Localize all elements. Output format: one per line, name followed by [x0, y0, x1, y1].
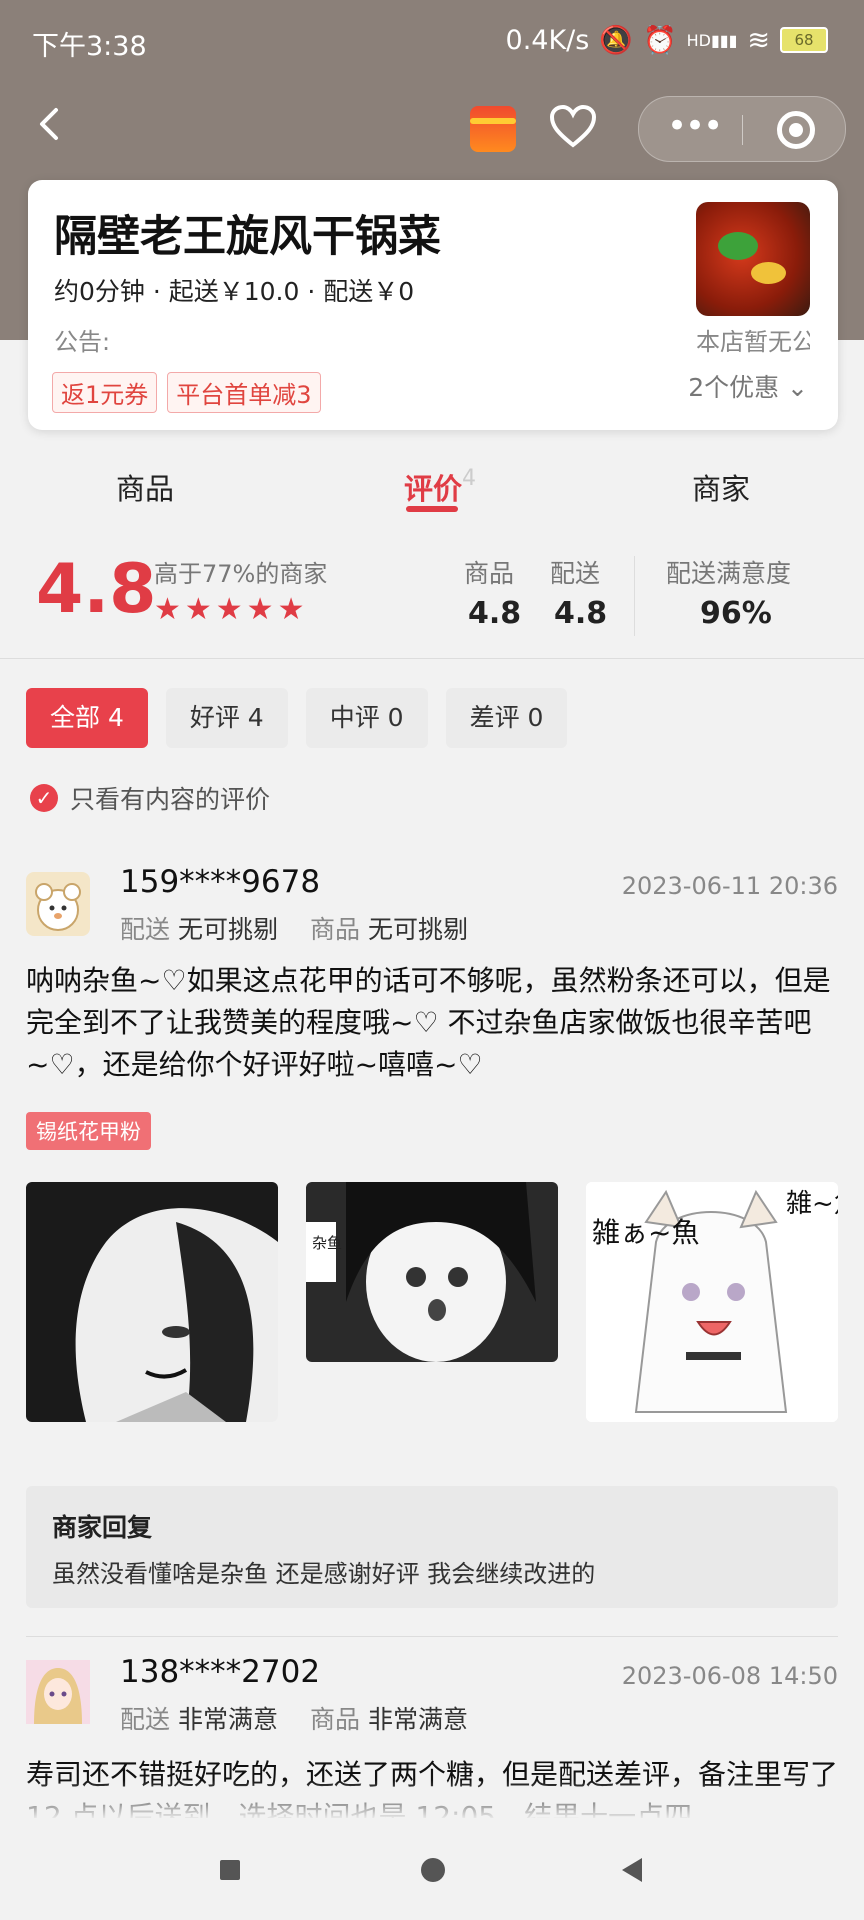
- alarm-icon: ⏰: [642, 25, 677, 56]
- signal-icon: HD▮▮▮: [686, 30, 738, 50]
- divider: [0, 658, 864, 659]
- review-photo[interactable]: [26, 1182, 278, 1422]
- system-nav-bar: [0, 1818, 864, 1920]
- photo-text: 雑~魚: [786, 1189, 838, 1219]
- store-meta: 约0分钟 · 起送￥10.0 · 配送￥0: [54, 277, 415, 306]
- filter-neutral[interactable]: 中评 0: [305, 688, 428, 748]
- wifi-icon: ≋: [747, 24, 770, 56]
- overall-score: 4.8: [36, 550, 157, 629]
- scroll-fade: [0, 1780, 864, 1820]
- tab-goods[interactable]: 商品: [116, 466, 174, 508]
- tab-bar: 商品 评价4 商家: [0, 450, 864, 520]
- status-bar: 下午3:38 0.4K/s 🔕 ⏰ HD▮▮▮ ≋ 68: [0, 0, 864, 78]
- merchant-reply: 商家回复 虽然没看懂啥是杂鱼 还是感谢好评 我会继续改进的: [26, 1486, 838, 1608]
- heart-icon[interactable]: [548, 102, 598, 152]
- store-thumbnail[interactable]: [696, 202, 810, 316]
- photo-text: 杂鱼: [312, 1234, 342, 1252]
- more-icon[interactable]: •••: [667, 109, 723, 143]
- red-envelope-icon[interactable]: [470, 106, 516, 152]
- bear-avatar-icon: [35, 883, 81, 931]
- store-notice-text: 本店暂无公: [696, 328, 810, 356]
- score-summary: 4.8 高于77%的商家 ★★★★★ 商品 4.8 配送 4.8 配送满意度 9…: [0, 520, 864, 660]
- reply-title: 商家回复: [52, 1513, 153, 1542]
- review-photo[interactable]: 杂鱼: [306, 1182, 558, 1362]
- review-photo[interactable]: 雑~魚雑ぁ~魚: [586, 1182, 838, 1422]
- nav-bar: •••: [0, 88, 864, 166]
- chevron-down-icon: ⌄: [787, 373, 808, 402]
- network-speed: 0.4K/s: [505, 24, 590, 56]
- review-text: 呐呐杂鱼~♡如果这点花甲的话可不够呢，虽然粉条还可以，但是完全到不了让我赞美的程…: [26, 964, 831, 1081]
- delivery-score-label: 配送: [550, 559, 601, 588]
- coupon-tags: 返1元券 平台首单减3: [52, 372, 321, 413]
- tab-indicator: [406, 506, 458, 512]
- goods-score-label: 商品: [464, 559, 515, 588]
- filter-negative[interactable]: 差评 0: [445, 688, 568, 748]
- review-username: 159****9678: [120, 864, 321, 900]
- review-filters: 全部 4 好评 4 中评 0 差评 0: [26, 688, 568, 748]
- anime-avatar-icon: [26, 1660, 90, 1724]
- mini-program-capsule: •••: [638, 96, 846, 162]
- home-icon[interactable]: [421, 1858, 445, 1882]
- coupon-tag[interactable]: 返1元券: [52, 372, 158, 413]
- mute-icon: 🔕: [599, 25, 633, 56]
- dish-tag[interactable]: 锡纸花甲粉: [26, 1112, 151, 1150]
- back-icon[interactable]: [30, 104, 70, 144]
- filter-positive[interactable]: 好评 4: [165, 688, 288, 748]
- promo-dropdown[interactable]: 2个优惠 ⌄: [688, 368, 808, 404]
- tab-reviews[interactable]: 评价4: [404, 466, 476, 508]
- only-content-label: 只看有内容的评价: [70, 785, 271, 814]
- avatar[interactable]: [26, 872, 90, 936]
- review-date: 2023-06-11 20:36: [621, 872, 838, 900]
- reply-text: 虽然没看懂啥是杂鱼 还是感谢好评 我会继续改进的: [52, 1560, 596, 1588]
- avatar[interactable]: [26, 1660, 90, 1724]
- tab-merchant[interactable]: 商家: [692, 466, 750, 508]
- divider: [26, 1636, 838, 1637]
- store-info-card: 隔壁老王旋风干锅菜 约0分钟 · 起送￥10.0 · 配送￥0 公告: 返1元券…: [28, 180, 838, 430]
- capsule-divider: [742, 115, 743, 145]
- review-ratings: 配送 非常满意 商品 非常满意: [120, 1705, 469, 1734]
- goods-score-value: 4.8: [468, 596, 522, 631]
- review-item: 159****9678 2023-06-11 20:36 配送 无可挑剔 商品 无可挑…: [0, 850, 864, 1620]
- satisfaction-label: 配送满意度: [666, 559, 792, 588]
- photo-text: 雑ぁ~魚: [592, 1216, 699, 1249]
- review-date: 2023-06-08 14:50: [621, 1662, 838, 1690]
- delivery-score-value: 4.8: [554, 596, 608, 631]
- back-nav-icon[interactable]: [622, 1858, 642, 1882]
- coupon-tag[interactable]: 平台首单减3: [167, 372, 321, 413]
- only-content-toggle[interactable]: ✓ 只看有内容的评价: [30, 780, 270, 816]
- target-icon[interactable]: [777, 111, 815, 149]
- store-name: 隔壁老王旋风干锅菜: [54, 212, 441, 262]
- filter-all[interactable]: 全部 4: [26, 688, 148, 748]
- review-ratings: 配送 无可挑剔 商品 无可挑剔: [120, 915, 469, 944]
- review-username: 138****2702: [120, 1654, 321, 1690]
- higher-than-text: 高于77%的商家: [154, 560, 328, 588]
- star-rating: ★★★★★: [154, 592, 309, 627]
- check-icon: ✓: [30, 784, 58, 812]
- recent-apps-icon[interactable]: [220, 1860, 240, 1880]
- status-time: 下午3:38: [32, 31, 147, 62]
- score-divider: [634, 556, 635, 636]
- store-notice-label: 公告:: [54, 328, 111, 356]
- battery-icon: 68: [780, 27, 828, 53]
- satisfaction-value: 96%: [700, 596, 772, 631]
